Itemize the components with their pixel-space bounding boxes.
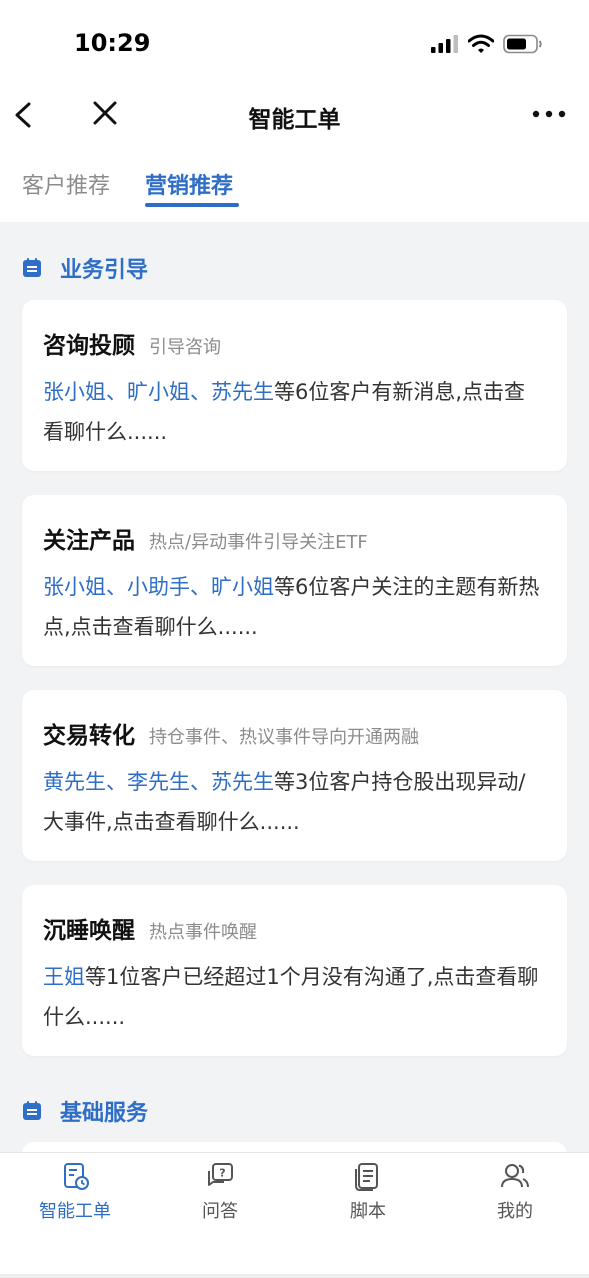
- section-business-guide: 业务引导: [22, 253, 148, 283]
- card-header: 沉睡唤醒 热点事件唤醒: [43, 911, 257, 945]
- tabbar-label: 脚本: [350, 1201, 386, 1222]
- card-follow-product[interactable]: 关注产品 热点/异动事件引导关注ETF 张小姐、小助手、旷小姐等6位客户关注的主…: [22, 495, 567, 666]
- card-message: 王姐等1位客户已经超过1个月没有沟通了,点击查看聊什么......: [43, 957, 543, 1037]
- card-trade-conversion[interactable]: 交易转化 持仓事件、热议事件导向开通两融 黄先生、李先生、苏先生等3位客户持仓股…: [22, 690, 567, 861]
- tabbar-label: 我的: [497, 1201, 533, 1222]
- work-order-icon: [64, 1163, 89, 1190]
- bottom-tab-bar: 智能工单 ? 问答 脚本 我的: [0, 1152, 589, 1278]
- status-time: 10:29: [74, 29, 151, 57]
- tab-marketing-recommend[interactable]: 营销推荐: [145, 168, 233, 200]
- qa-icon: ?: [208, 1163, 233, 1186]
- tabbar-item-script[interactable]: 脚本: [308, 1161, 428, 1223]
- wifi-icon: [468, 34, 494, 53]
- tabbar-label: 智能工单: [39, 1201, 111, 1222]
- card-message: 张小姐、旷小姐、苏先生等6位客户有新消息,点击查看聊什么......: [43, 372, 543, 452]
- card-title: 咨询投顾: [43, 333, 135, 359]
- customer-names[interactable]: 张小姐、旷小姐、苏先生: [43, 380, 274, 404]
- card-header: 关注产品 热点/异动事件引导关注ETF: [43, 521, 368, 555]
- section-title: 基础服务: [60, 1101, 149, 1126]
- card-title: 沉睡唤醒: [43, 918, 135, 944]
- card-title: 关注产品: [43, 528, 135, 554]
- tabbar-item-work-order[interactable]: 智能工单: [15, 1161, 135, 1223]
- tabbar-item-qa[interactable]: ? 问答: [160, 1161, 280, 1223]
- card-tag: 热点事件唤醒: [149, 922, 257, 943]
- card-dormant-wakeup[interactable]: 沉睡唤醒 热点事件唤醒 王姐等1位客户已经超过1个月没有沟通了,点击查看聊什么.…: [22, 885, 567, 1056]
- section-title: 业务引导: [60, 258, 149, 283]
- card-header: 交易转化 持仓事件、热议事件导向开通两融: [43, 716, 419, 750]
- svg-text:?: ?: [219, 1167, 225, 1180]
- home-indicator: [0, 1274, 589, 1278]
- card-message: 黄先生、李先生、苏先生等3位客户持仓股出现异动/大事件,点击查看聊什么.....…: [43, 762, 543, 842]
- customer-names[interactable]: 黄先生、李先生、苏先生: [43, 770, 274, 794]
- more-options-icon[interactable]: [531, 104, 567, 124]
- page-title: 智能工单: [248, 107, 341, 133]
- card-text: 等1位客户已经超过1个月没有沟通了,点击查看聊什么......: [43, 965, 539, 1029]
- customer-names[interactable]: 王姐: [43, 965, 85, 989]
- tabbar-item-profile[interactable]: 我的: [455, 1161, 575, 1223]
- card-consult-advisor[interactable]: 咨询投顾 引导咨询 张小姐、旷小姐、苏先生等6位客户有新消息,点击查看聊什么..…: [22, 300, 567, 471]
- status-icons: [431, 32, 543, 56]
- script-icon: [355, 1163, 378, 1191]
- card-tag: 持仓事件、热议事件导向开通两融: [149, 727, 419, 748]
- section-basic-service: 基础服务: [22, 1096, 148, 1126]
- active-tab-indicator: [145, 203, 239, 207]
- top-header: 10:29 智能工单 客户推荐 营销推荐: [0, 0, 589, 222]
- card-message: 张小姐、小助手、旷小姐等6位客户关注的主题有新热点,点击查看聊什么......: [43, 567, 543, 647]
- card-title: 交易转化: [43, 723, 135, 749]
- cellular-signal-icon: [431, 35, 458, 53]
- document-icon: [23, 258, 41, 277]
- tabbar-label: 问答: [202, 1201, 238, 1222]
- card-tag: 热点/异动事件引导关注ETF: [149, 532, 368, 553]
- customer-names[interactable]: 张小姐、小助手、旷小姐: [43, 575, 274, 599]
- card-header: 咨询投顾 引导咨询: [43, 326, 221, 360]
- document-icon: [23, 1101, 41, 1120]
- battery-icon: [503, 34, 542, 54]
- profile-icon: [501, 1164, 529, 1188]
- card-tag: 引导咨询: [149, 337, 221, 358]
- tab-customer-recommend[interactable]: 客户推荐: [22, 168, 110, 200]
